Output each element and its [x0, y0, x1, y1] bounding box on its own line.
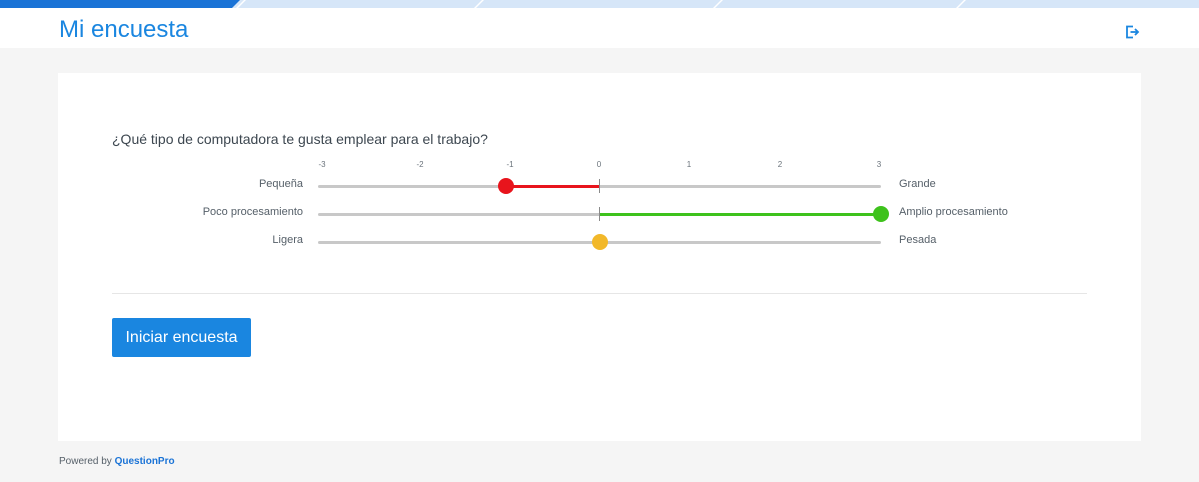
- survey-card: ¿Qué tipo de computadora te gusta emplea…: [58, 73, 1141, 441]
- footer-prefix: Powered by: [59, 456, 115, 467]
- slider-handle[interactable]: [497, 178, 514, 194]
- scale-tick-label: 2: [777, 160, 783, 169]
- question-text: ¿Qué tipo de computadora te gusta emplea…: [112, 131, 488, 147]
- powered-by-footer: Powered by QuestionPro: [59, 456, 175, 467]
- slider-fill: [599, 213, 881, 216]
- scale-tick-label: 3: [876, 160, 882, 169]
- slider-row-processing: Poco procesamiento Amplio procesamiento: [58, 204, 1141, 224]
- questionpro-link[interactable]: QuestionPro: [115, 456, 175, 467]
- scale-tick-label: -2: [416, 160, 424, 169]
- slider-right-label: Amplio procesamiento: [899, 206, 1008, 218]
- slider-left-label: Ligera: [272, 234, 303, 246]
- slider-right-label: Pesada: [899, 234, 937, 246]
- slider-row-weight: Ligera Pesada: [58, 232, 1141, 252]
- scale-tick-label: -3: [318, 160, 326, 169]
- slider-left-label: Pequeña: [258, 178, 303, 190]
- scale-tick-label: 1: [686, 160, 692, 169]
- start-survey-button[interactable]: Iniciar encuesta: [112, 318, 251, 357]
- top-band-accent: [0, 0, 240, 8]
- slider-left-label: Poco procesamiento: [202, 206, 303, 218]
- slider-handle[interactable]: [591, 234, 608, 250]
- top-band-divider: [954, 0, 968, 8]
- page-title: Mi encuesta: [59, 16, 189, 43]
- section-divider: [112, 293, 1087, 294]
- slider-row-size: Pequeña Grande: [58, 176, 1141, 196]
- slider-fill: [505, 185, 600, 188]
- logout-icon[interactable]: [1124, 24, 1140, 40]
- scale-tick-label: 0: [596, 160, 602, 169]
- slider-right-label: Grande: [899, 178, 936, 190]
- scale-tick-label: -1: [506, 160, 514, 169]
- slider-handle[interactable]: [873, 206, 889, 222]
- top-decorative-band: [0, 0, 1199, 8]
- top-band-divider: [711, 0, 725, 8]
- app-header: Mi encuesta: [0, 8, 1199, 48]
- top-band-divider: [472, 0, 486, 8]
